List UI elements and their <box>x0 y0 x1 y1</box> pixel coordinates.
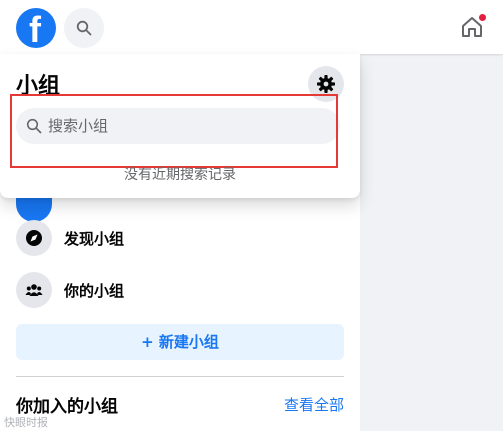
compass-icon <box>16 220 52 256</box>
facebook-logo-letter: f <box>29 9 41 50</box>
search-icon <box>26 118 42 134</box>
watermark: 快眼时报 <box>4 414 48 430</box>
sidebar-item-label: 发现小组 <box>64 230 125 248</box>
gear-icon <box>317 75 335 93</box>
group-search-field[interactable] <box>16 108 340 144</box>
notification-dot <box>479 14 486 21</box>
page-title: 小组 <box>16 74 61 99</box>
people-icon <box>16 272 52 308</box>
sidebar-item-your-groups[interactable]: 你的小组 <box>16 270 346 314</box>
facebook-logo[interactable]: f <box>16 8 56 50</box>
see-all-link[interactable]: 查看全部 <box>284 394 344 415</box>
group-search-dropdown: 小组 搜索小组 没有近期搜索记录 <box>0 54 360 198</box>
divider <box>16 376 344 377</box>
search-input[interactable] <box>48 108 328 144</box>
page: f 发现小组 你的小组 + 新建小组 你加入的小组 查看全部 快眼时报 小组 搜… <box>0 0 503 431</box>
sidebar-item-label: 你的小组 <box>64 282 125 300</box>
settings-button[interactable] <box>308 66 344 102</box>
watermark-text: 快眼时报 <box>4 416 48 429</box>
search-icon <box>76 20 92 36</box>
search-button[interactable] <box>64 8 104 48</box>
create-group-button[interactable]: + 新建小组 <box>16 324 344 360</box>
home-button[interactable] <box>452 8 492 48</box>
top-navigation-bar: f <box>0 0 503 54</box>
empty-recent-searches: 没有近期搜索记录 <box>124 167 236 183</box>
sidebar-item-discover[interactable]: 发现小组 <box>16 218 346 262</box>
